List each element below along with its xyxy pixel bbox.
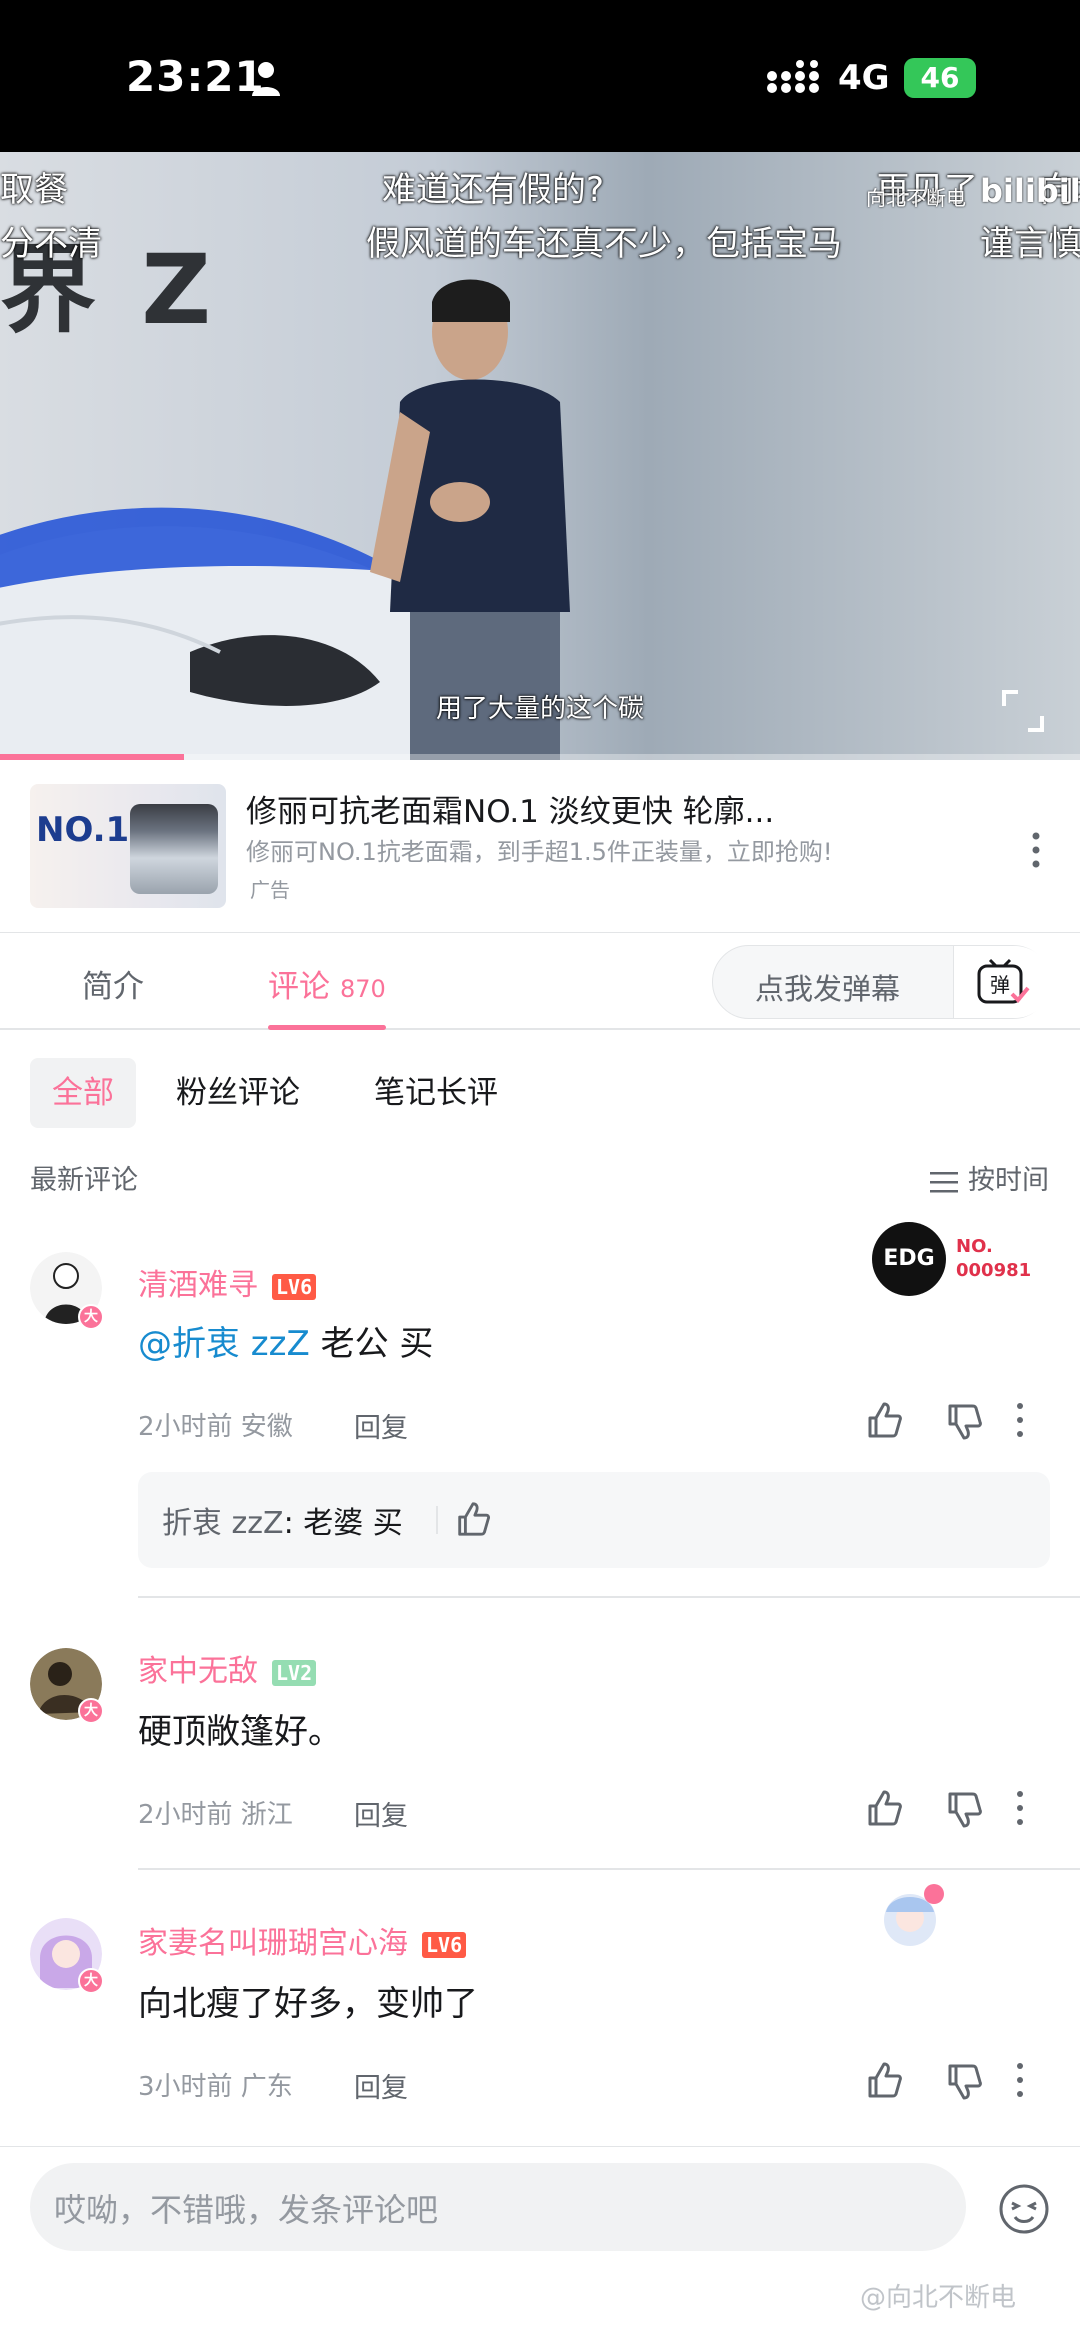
username-text: 家中无敌 xyxy=(138,1654,258,1689)
ad-description: 修丽可NO.1抗老面霜，到手超1.5件正装量，立即抢购! xyxy=(246,838,833,866)
danmaku-item: 难道还有假的? xyxy=(382,170,605,210)
ad-thumb-text: NO.1 xyxy=(36,810,130,850)
filter-fans[interactable]: 粉丝评论 xyxy=(176,1058,300,1128)
network-type: 4G xyxy=(838,58,890,98)
like-icon[interactable] xyxy=(864,2060,904,2100)
sort-row: 最新评论 按时间 xyxy=(0,1158,1080,1198)
uploader-watermark: 向北不断电 xyxy=(866,186,966,210)
filter-all[interactable]: 全部 xyxy=(30,1058,136,1128)
fan-badge-number: 000981 xyxy=(956,1260,1032,1281)
sub-reply-separator xyxy=(436,1506,438,1534)
ad-thumbnail[interactable]: NO.1 xyxy=(30,784,226,908)
edg-logo: EDG xyxy=(872,1222,946,1296)
more-vertical-icon[interactable] xyxy=(1012,1788,1028,1828)
comment-input-placeholder: 哎呦，不错哦，发条评论吧 xyxy=(54,2191,439,2229)
more-vertical-icon[interactable] xyxy=(1012,1400,1028,1440)
video-player[interactable]: 界 Z 取餐 难道还有假的? 再见了 向北 分不清 假风道的车还真不少，包括宝马… xyxy=(0,152,1080,760)
comment-item: 大 清酒难寻 LV6 EDG NO. 000981 @折衷 zzZ 老公 买 2小… xyxy=(0,1220,1080,1600)
avatar-pendant-icon xyxy=(884,1884,944,1946)
danmaku-item: 取餐 xyxy=(0,170,68,210)
tab-comments[interactable]: 评论 870 xyxy=(268,961,386,1006)
reply-button[interactable]: 回复 xyxy=(354,1794,408,1833)
dislike-icon[interactable] xyxy=(944,1790,984,1830)
fullscreen-icon[interactable] xyxy=(1000,688,1046,734)
comment-text: 向北瘦了好多，变帅了 xyxy=(138,1984,478,2024)
avatar-badge: 大 xyxy=(78,1968,104,1994)
sort-button[interactable]: 按时间 xyxy=(930,1158,1049,1197)
list-icon xyxy=(930,1171,958,1192)
comment-text: @折衷 zzZ 老公 买 xyxy=(138,1316,433,1365)
comments-count: 870 xyxy=(340,975,386,1003)
danmaku-send-box[interactable]: 点我发弹幕 弹 xyxy=(712,945,1051,1019)
comment-item: 大 家妻名叫珊瑚宫心海 LV6 向北瘦了好多，变帅了 3小时前 广东 回复 xyxy=(0,1882,1080,2144)
status-time: 23:21 xyxy=(126,52,265,101)
reply-button[interactable]: 回复 xyxy=(354,2066,408,2105)
level-badge: LV6 xyxy=(272,1273,317,1300)
more-vertical-icon[interactable] xyxy=(1024,830,1048,870)
comment-compose-bar: 哎呦，不错哦，发条评论吧 @向北不断电 xyxy=(0,2146,1080,2347)
reply-button[interactable]: 回复 xyxy=(354,1406,408,1445)
ad-title[interactable]: 修丽可抗老面霜NO.1 淡纹更快 轮廓... xyxy=(246,786,774,831)
presenter-image xyxy=(370,279,570,760)
sort-title: 最新评论 xyxy=(30,1165,138,1196)
danmaku-item: 假风道的车还真不少，包括宝马 xyxy=(366,224,842,264)
more-vertical-icon[interactable] xyxy=(1012,2060,1028,2100)
danmaku-item: 分不清 xyxy=(0,224,102,264)
product-jar-image xyxy=(130,804,218,894)
comment-username[interactable]: 清酒难寻 LV6 xyxy=(138,1260,317,1304)
comment-divider xyxy=(138,1596,1080,1598)
danmaku-icon-glyph: 弹 xyxy=(990,973,1010,997)
bilibili-logo: bilibili xyxy=(980,172,1080,210)
weibo-watermark: @向北不断电 xyxy=(860,2283,1017,2313)
sort-button-label: 按时间 xyxy=(968,1165,1049,1196)
avatar-badge: 大 xyxy=(78,1698,104,1724)
level-badge: LV6 xyxy=(422,1931,467,1958)
avatar-badge: 大 xyxy=(78,1304,104,1330)
sub-reply-box[interactable]: 折衷 zzZ: 老婆 买 xyxy=(138,1472,1050,1568)
like-icon[interactable] xyxy=(864,1788,904,1828)
tab-intro[interactable]: 简介 xyxy=(82,961,144,1006)
comment-username[interactable]: 家中无敌 LV2 xyxy=(138,1646,317,1690)
sub-reply-body: : 老婆 买 xyxy=(283,1506,403,1541)
battery-indicator: 46 xyxy=(904,58,976,98)
like-icon[interactable] xyxy=(864,1400,904,1440)
sub-reply-user[interactable]: 折衷 zzZ xyxy=(162,1506,284,1541)
comment-meta: 3小时前 广东 xyxy=(138,2072,293,2102)
ad-tag: 广告 xyxy=(250,878,290,902)
danmaku-toggle-button[interactable]: 弹 xyxy=(953,946,1051,1018)
dislike-icon[interactable] xyxy=(944,1402,984,1442)
username-text: 家妻名叫珊瑚宫心海 xyxy=(138,1926,408,1961)
ad-banner[interactable]: NO.1 修丽可抗老面霜NO.1 淡纹更快 轮廓... 修丽可NO.1抗老面霜，… xyxy=(0,760,1080,932)
person-icon xyxy=(252,62,280,96)
comment-body: 老公 买 xyxy=(309,1324,434,1364)
comment-meta: 2小时前 浙江 xyxy=(138,1800,293,1830)
comment-username[interactable]: 家妻名叫珊瑚宫心海 LV6 xyxy=(138,1918,467,1962)
video-subtitle: 用了大量的这个碳 xyxy=(435,694,644,724)
sub-reply-text: 折衷 zzZ: 老婆 买 xyxy=(162,1498,403,1542)
danmaku-icon: 弹 xyxy=(977,958,1030,1004)
video-tabs: 简介 评论 870 点我发弹幕 弹 xyxy=(0,932,1080,1030)
comment-item: 大 家中无敌 LV2 硬顶敞篷好。 2小时前 浙江 回复 xyxy=(0,1610,1080,1872)
danmaku-item: 谨言慎 xyxy=(980,224,1080,264)
emoji-icon[interactable] xyxy=(998,2183,1050,2235)
status-bar: 23:21 4G 46 xyxy=(0,0,1080,152)
comment-divider xyxy=(138,1868,1080,1870)
dislike-icon[interactable] xyxy=(944,2062,984,2102)
signal-icon xyxy=(767,60,819,93)
fan-badge: EDG NO. 000981 xyxy=(872,1220,1052,1300)
mention-link[interactable]: @折衷 zzZ xyxy=(138,1324,310,1364)
level-badge: LV2 xyxy=(272,1659,317,1686)
battery-level: 46 xyxy=(920,61,960,94)
active-tab-indicator xyxy=(268,1025,386,1030)
comment-meta: 2小时前 安徽 xyxy=(138,1412,293,1442)
tab-comments-label: 评论 xyxy=(268,969,330,1005)
username-text: 清酒难寻 xyxy=(138,1268,258,1303)
comment-text: 硬顶敞篷好。 xyxy=(138,1712,342,1752)
fan-badge-no: NO. xyxy=(956,1236,993,1257)
danmaku-placeholder: 点我发弹幕 xyxy=(755,972,901,1006)
filter-notes[interactable]: 笔记长评 xyxy=(374,1058,498,1128)
comment-input[interactable]: 哎呦，不错哦，发条评论吧 xyxy=(30,2163,966,2251)
like-icon[interactable] xyxy=(454,1500,492,1538)
comment-filters: 全部 粉丝评论 笔记长评 xyxy=(0,1058,1080,1128)
